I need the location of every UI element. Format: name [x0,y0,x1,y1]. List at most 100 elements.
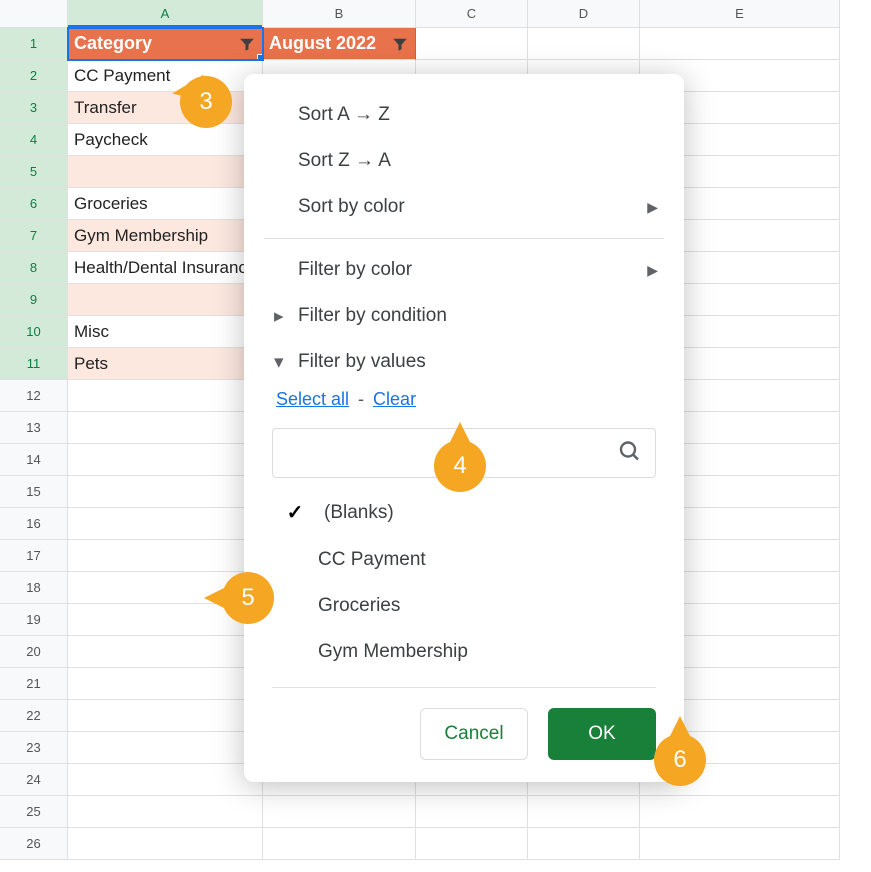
select-all-link[interactable]: Select all [276,389,349,409]
column-header-e[interactable]: E [640,0,840,28]
row-header-12[interactable]: 12 [0,379,68,412]
row-header-9[interactable]: 9 [0,283,68,316]
row-header-6[interactable]: 6 [0,187,68,220]
filter-by-values-label: Filter by values [298,351,426,373]
cell[interactable] [68,668,263,700]
cell[interactable] [640,828,840,860]
cell[interactable]: Pets [68,348,263,380]
row-header-5[interactable]: 5 [0,155,68,188]
cell[interactable]: Transfer [68,92,263,124]
filter-value-item[interactable]: ✓(Blanks) [278,488,646,537]
cell[interactable]: CC Payment [68,60,263,92]
row-header-16[interactable]: 16 [0,507,68,540]
filter-value-links: Select all - Clear [244,385,684,420]
sort-z-a-label: Sort Z → A [298,150,391,172]
row-header-21[interactable]: 21 [0,667,68,700]
column-header-d[interactable]: D [528,0,640,28]
row-header-8[interactable]: 8 [0,251,68,284]
filter-values-list[interactable]: ✓(Blanks) CC Payment Groceries Gym Membersh… [278,488,656,675]
row-header-18[interactable]: 18 [0,571,68,604]
cell[interactable] [68,540,263,572]
filter-value-label: Groceries [318,595,400,617]
cell-value: Groceries [74,194,148,214]
cell[interactable] [640,796,840,828]
filter-by-color[interactable]: Filter by color ▶ [244,247,684,293]
row-header-1[interactable]: 1 [0,27,68,60]
ok-button[interactable]: OK [548,708,656,760]
row-header-4[interactable]: 4 [0,123,68,156]
cell[interactable] [68,732,263,764]
row-header-24[interactable]: 24 [0,763,68,796]
sort-a-z-label: Sort A → Z [298,104,390,126]
cell[interactable]: Paycheck [68,124,263,156]
column-header-b[interactable]: B [263,0,416,28]
row-header-17[interactable]: 17 [0,539,68,572]
sort-by-color[interactable]: Sort by color ▶ [244,184,684,230]
cell-value: Gym Membership [74,226,208,246]
callout-4: 4 [434,440,486,492]
cell[interactable] [640,28,840,60]
row-header-11[interactable]: 11 [0,347,68,380]
cell[interactable] [68,380,263,412]
row-header-2[interactable]: 2 [0,59,68,92]
cell[interactable] [68,284,263,316]
cell[interactable]: Groceries [68,188,263,220]
column-header-c[interactable]: C [416,0,528,28]
cell[interactable] [263,828,416,860]
filter-value-item[interactable]: Gym Membership [278,629,646,675]
row-header-23[interactable]: 23 [0,731,68,764]
row-header-22[interactable]: 22 [0,699,68,732]
filter-value-label: CC Payment [318,549,426,571]
header-cell-category[interactable]: Category [68,28,263,60]
cell[interactable]: Gym Membership [68,220,263,252]
row-header-13[interactable]: 13 [0,411,68,444]
selection-handle[interactable] [257,54,263,60]
cell[interactable] [68,796,263,828]
cell[interactable] [528,28,640,60]
cell[interactable] [528,828,640,860]
cell[interactable] [68,476,263,508]
cell[interactable] [68,156,263,188]
cell-value: Paycheck [74,130,148,150]
cell[interactable] [263,796,416,828]
select-all-corner[interactable] [0,0,68,28]
submenu-arrow-icon: ▶ [647,262,658,279]
row-header-14[interactable]: 14 [0,443,68,476]
row-header-3[interactable]: 3 [0,91,68,124]
row-header-10[interactable]: 10 [0,315,68,348]
callout-3: 3 [180,76,232,128]
column-header-a[interactable]: A [68,0,263,28]
filter-icon[interactable] [238,35,256,53]
cell[interactable] [416,28,528,60]
cell[interactable] [528,796,640,828]
row-header-15[interactable]: 15 [0,475,68,508]
cell[interactable] [68,444,263,476]
filter-by-values[interactable]: ▾ Filter by values [244,339,684,385]
cancel-button[interactable]: Cancel [420,708,528,760]
clear-link[interactable]: Clear [373,389,416,409]
cell[interactable]: Misc [68,316,263,348]
filter-icon[interactable] [391,35,409,53]
cell[interactable]: Health/Dental Insurance [68,252,263,284]
row-header-25[interactable]: 25 [0,795,68,828]
cell[interactable] [68,828,263,860]
cell[interactable] [416,828,528,860]
sort-a-z[interactable]: Sort A → Z [244,92,684,138]
row-header-26[interactable]: 26 [0,827,68,860]
sort-z-a[interactable]: Sort Z → A [244,138,684,184]
cell[interactable] [68,508,263,540]
cell[interactable] [68,764,263,796]
filter-value-item[interactable]: CC Payment [278,537,646,583]
cell[interactable] [416,796,528,828]
header-cell-month[interactable]: August 2022 [263,28,416,60]
cell[interactable] [68,412,263,444]
cell[interactable] [68,636,263,668]
filter-value-item[interactable]: Groceries [278,583,646,629]
filter-value-label: (Blanks) [324,502,394,524]
row-header-20[interactable]: 20 [0,635,68,668]
filter-by-condition[interactable]: ▸ Filter by condition [244,293,684,339]
cell[interactable] [68,700,263,732]
menu-separator [264,238,664,239]
row-header-7[interactable]: 7 [0,219,68,252]
row-header-19[interactable]: 19 [0,603,68,636]
